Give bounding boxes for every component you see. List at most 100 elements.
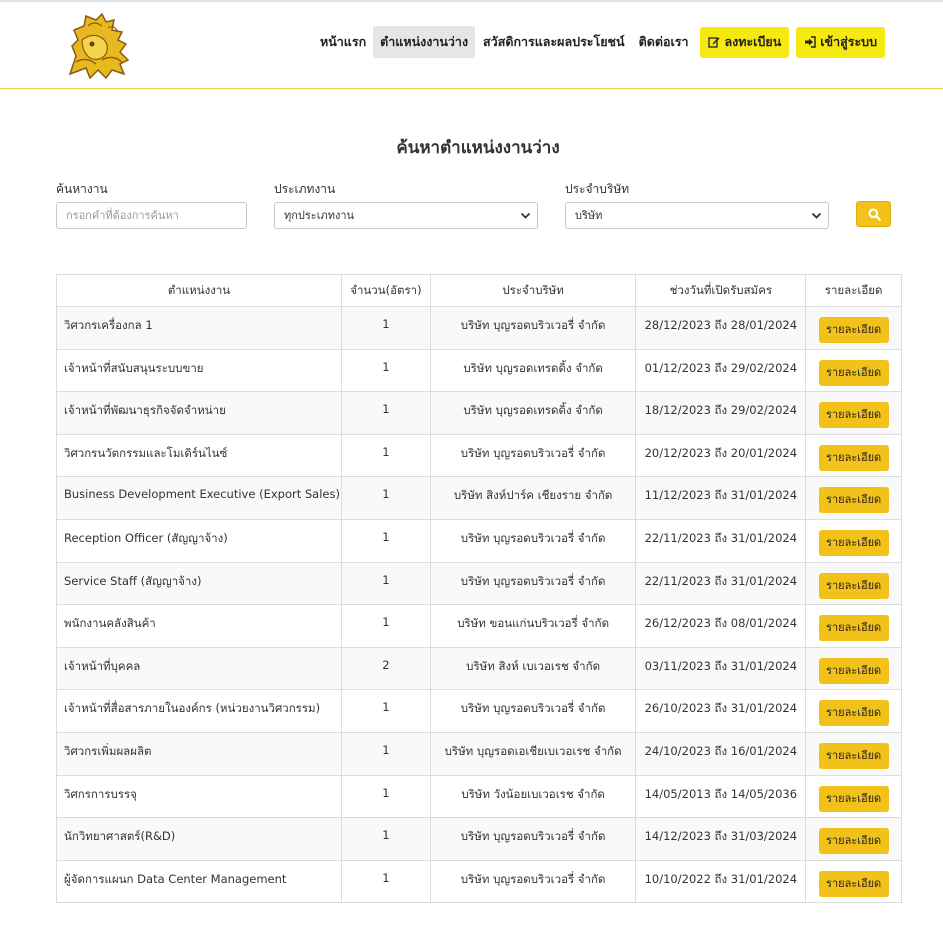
keyword-label: ค้นหางาน <box>56 182 108 196</box>
job-title: นักวิทยาศาสตร์(R&D) <box>56 817 342 861</box>
job-company: บริษัท บุญรอดบริวเวอรี่ จำกัด <box>429 561 637 606</box>
detail-button[interactable]: รายละเอียด <box>818 785 889 812</box>
detail-button[interactable]: รายละเอียด <box>818 572 889 599</box>
job-company: บริษัท บุญรอดบริวเวอรี่ จำกัด <box>429 817 637 861</box>
job-title: เจ้าหน้าที่สนับสนุนระบบขาย <box>56 348 342 393</box>
table-row: วิศวกรเครื่องกล 1 1 บริษัท บุญรอดบริวเวอรี… <box>56 306 902 350</box>
job-company: บริษัท บุญรอดบริวเวอรี่ จำกัด <box>429 689 637 733</box>
job-period: 26/10/2023 ถึง 31/01/2024 <box>635 689 807 733</box>
edit-icon <box>708 37 720 48</box>
job-detail-cell: รายละเอียด <box>805 348 902 393</box>
register-button[interactable]: ลงทะเบียน <box>700 26 790 58</box>
table-row: วิศกรการบรรจุ 1 บริษัท วังน้อยเบเวอเรช จำก… <box>56 774 902 819</box>
singha-logo[interactable] <box>62 10 138 82</box>
job-period: 22/11/2023 ถึง 31/01/2024 <box>635 561 807 606</box>
detail-button[interactable]: รายละเอียด <box>818 657 889 684</box>
job-period: 18/12/2023 ถึง 29/02/2024 <box>635 391 807 435</box>
job-count: 1 <box>340 476 431 520</box>
detail-button[interactable]: รายละเอียด <box>818 742 889 769</box>
login-button[interactable]: เข้าสู่ระบบ <box>796 26 886 58</box>
job-detail-cell: รายละเอียด <box>805 646 902 691</box>
nav-home[interactable]: หน้าแรก <box>313 26 373 58</box>
keyword-input[interactable]: กรอกคำที่ต้องการค้นหา <box>56 202 247 229</box>
job-company: บริษัท บุญรอดบริวเวอรี่ จำกัด <box>429 433 637 478</box>
detail-button[interactable]: รายละเอียด <box>818 444 889 471</box>
job-type-select[interactable]: ทุกประเภทงาน <box>274 202 538 229</box>
job-title: เจ้าหน้าที่พัฒนาธุรกิจจัดจำหน่าย <box>56 391 342 435</box>
page-title: ค้นหาตำแหน่งงานว่าง <box>396 138 560 158</box>
job-title: ผู้จัดการแผนก Data Center Management <box>56 859 342 904</box>
job-company: บริษัท สิงห์ปาร์ค เชียงราย จำกัด <box>429 476 637 520</box>
sign-in-icon <box>805 36 816 48</box>
job-detail-cell: รายละเอียด <box>805 561 902 606</box>
detail-button[interactable]: รายละเอียด <box>818 615 889 642</box>
table-row: ผู้จัดการแผนก Data Center Management 1 บริ… <box>56 859 902 904</box>
detail-button[interactable]: รายละเอียด <box>818 529 889 556</box>
company-select[interactable]: บริษัท <box>565 202 829 229</box>
table-row: Business Development Executive (Export S… <box>56 476 902 520</box>
job-count: 1 <box>340 774 431 819</box>
chevron-down-icon <box>811 212 822 219</box>
job-period: 14/12/2023 ถึง 31/03/2024 <box>635 817 807 861</box>
main-nav: หน้าแรก ตำแหน่งงานว่าง สวัสดิการและผลประ… <box>313 26 886 58</box>
job-company: บริษัท บุญรอดเทรดดิ้ง จำกัด <box>429 391 637 435</box>
job-detail-cell: รายละเอียด <box>805 731 902 776</box>
job-period: 01/12/2023 ถึง 29/02/2024 <box>635 348 807 393</box>
job-detail-cell: รายละเอียด <box>805 433 902 478</box>
job-company: บริษัท บุญรอดเทรดดิ้ง จำกัด <box>429 348 637 393</box>
job-count: 1 <box>340 731 431 776</box>
detail-button[interactable]: รายละเอียด <box>818 359 889 386</box>
job-company: บริษัท บุญรอดบริวเวอรี่ จำกัด <box>429 518 637 563</box>
job-title: วิศวกรเครื่องกล 1 <box>56 306 342 350</box>
chevron-down-icon <box>520 212 531 219</box>
detail-button[interactable]: รายละเอียด <box>818 317 889 343</box>
job-period: 20/12/2023 ถึง 20/01/2024 <box>635 433 807 478</box>
nav-contact[interactable]: ติดต่อเรา <box>632 26 696 58</box>
table-row: วิศวกรนวัตกรรมและโมเดิร์นไนซ์ 1 บริษัท บุญ… <box>56 433 902 478</box>
search-icon <box>868 208 881 221</box>
table-row: พนักงานคลังสินค้า 1 บริษัท ขอนแก่นบริวเวอร… <box>56 604 902 648</box>
job-count: 1 <box>340 859 431 904</box>
header-company: ประจำบริษัท <box>429 274 637 307</box>
job-company: บริษัท ขอนแก่นบริวเวอรี่ จำกัด <box>429 604 637 648</box>
job-period: 24/10/2023 ถึง 16/01/2024 <box>635 731 807 776</box>
job-company: บริษัท บุญรอดบริวเวอรี่ จำกัด <box>429 306 637 350</box>
job-period: 22/11/2023 ถึง 31/01/2024 <box>635 518 807 563</box>
header-count: จำนวน(อัตรา) <box>340 274 431 307</box>
search-button[interactable] <box>856 201 891 227</box>
detail-button[interactable]: รายละเอียด <box>818 828 889 855</box>
job-title: พนักงานคลังสินค้า <box>56 604 342 648</box>
job-period: 14/05/2013 ถึง 14/05/2036 <box>635 774 807 819</box>
job-title: วิศวกรนวัตกรรมและโมเดิร์นไนซ์ <box>56 433 342 478</box>
table-row: เจ้าหน้าที่สื่อสารภายในองค์กร (หน่วยงานว… <box>56 689 902 733</box>
detail-button[interactable]: รายละเอียด <box>818 402 889 429</box>
job-detail-cell: รายละเอียด <box>805 604 902 648</box>
job-title: เจ้าหน้าที่สื่อสารภายในองค์กร (หน่วยงานว… <box>56 689 342 733</box>
detail-button[interactable]: รายละเอียด <box>818 870 889 897</box>
job-period: 28/12/2023 ถึง 28/01/2024 <box>635 306 807 350</box>
job-company: บริษัท บุญรอดเอเชียเบเวอเรช จำกัด <box>429 731 637 776</box>
job-period: 26/12/2023 ถึง 08/01/2024 <box>635 604 807 648</box>
table-row: Reception Officer (สัญญาจ้าง) 1 บริษัท บุญ… <box>56 518 902 563</box>
job-detail-cell: รายละเอียด <box>805 391 902 435</box>
job-period: 03/11/2023 ถึง 31/01/2024 <box>635 646 807 691</box>
table-row: เจ้าหน้าที่พัฒนาธุรกิจจัดจำหน่าย 1 บริษัท … <box>56 391 902 435</box>
nav-welfare[interactable]: สวัสดิการและผลประโยชน์ <box>476 26 632 58</box>
job-count: 1 <box>340 817 431 861</box>
job-detail-cell: รายละเอียด <box>805 306 902 350</box>
table-row: วิศวกรเพิ่มผลผลิต 1 บริษัท บุญรอดเอเชียเบเ… <box>56 731 902 776</box>
job-count: 2 <box>340 646 431 691</box>
nav-jobs[interactable]: ตำแหน่งงานว่าง <box>373 26 476 58</box>
login-label: เข้าสู่ระบบ <box>820 34 878 49</box>
job-detail-cell: รายละเอียด <box>805 518 902 563</box>
detail-button[interactable]: รายละเอียด <box>818 487 889 514</box>
company-value: บริษัท <box>575 209 603 222</box>
job-count: 1 <box>340 604 431 648</box>
navbar: หน้าแรก ตำแหน่งงานว่าง สวัสดิการและผลประ… <box>0 2 943 89</box>
jobs-table: ตำแหน่งงาน จำนวน(อัตรา) ประจำบริษัท ช่วง… <box>56 274 902 904</box>
job-company: บริษัท บุญรอดบริวเวอรี่ จำกัด <box>429 859 637 904</box>
job-type-label: ประเภทงาน <box>274 182 336 196</box>
job-title: Reception Officer (สัญญาจ้าง) <box>56 518 342 563</box>
header-detail: รายละเอียด <box>805 274 902 307</box>
detail-button[interactable]: รายละเอียด <box>818 700 889 727</box>
